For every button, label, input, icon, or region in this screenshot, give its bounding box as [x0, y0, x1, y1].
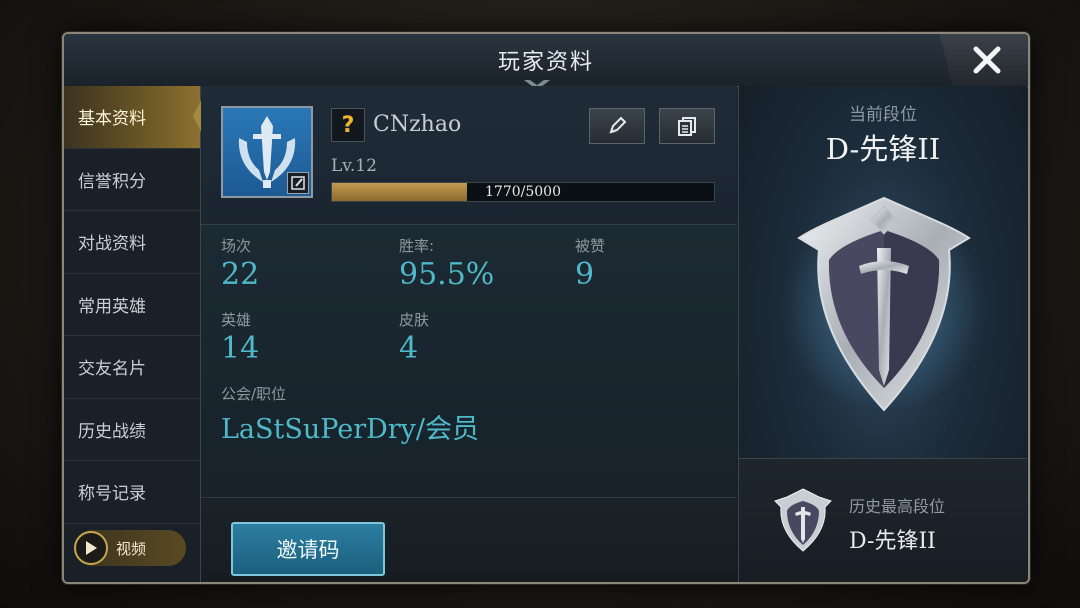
- main-panel: ? CNzhao Lv.12 1770/5000 场次 22 胜率: 95.5%…: [201, 86, 737, 582]
- sidebar-item-match-history[interactable]: 历史战绩: [64, 399, 200, 461]
- player-level: Lv.12: [331, 156, 377, 176]
- sidebar-item-label: 称号记录: [78, 484, 146, 505]
- xp-progress-text: 1770/5000: [485, 184, 561, 200]
- sidebar-item-social-card[interactable]: 交友名片: [64, 336, 200, 399]
- sidebar-item-label: 交友名片: [78, 359, 146, 380]
- invite-area: 邀请码: [201, 497, 737, 582]
- sidebar-item-label: 对战资料: [78, 234, 146, 255]
- rank-shield-icon: [780, 196, 988, 412]
- heroes-label: 英雄: [221, 311, 252, 329]
- sidebar-item-label: 信誉积分: [78, 171, 146, 192]
- sidebar-item-credit-score[interactable]: 信誉积分: [64, 149, 200, 211]
- winrate-label: 胜率:: [399, 237, 435, 255]
- skins-value: 4: [399, 331, 419, 366]
- best-rank-section: 历史最高段位 D-先锋II: [739, 458, 1027, 582]
- sidebar-item-common-heroes[interactable]: 常用英雄: [64, 274, 200, 336]
- video-button[interactable]: 视频: [74, 530, 186, 566]
- current-rank-label: 当前段位: [849, 105, 917, 125]
- player-name: CNzhao: [373, 112, 462, 137]
- sidebar: 基本资料 信誉积分 对战资料 常用英雄 交友名片 历史战绩 称号记录 视频: [64, 86, 201, 582]
- edit-avatar-icon[interactable]: [287, 172, 309, 194]
- likes-value: 9: [575, 257, 595, 292]
- xp-progress-bar: 1770/5000: [331, 182, 715, 202]
- edit-button[interactable]: [589, 108, 645, 144]
- likes-label: 被赞: [575, 237, 606, 255]
- matches-label: 场次: [221, 237, 252, 255]
- guild-label: 公会/职位: [221, 385, 287, 403]
- play-icon: [74, 531, 108, 565]
- sidebar-item-battle-data[interactable]: 对战资料: [64, 211, 200, 274]
- pencil-icon: [609, 116, 627, 134]
- best-rank-name: D-先锋II: [849, 529, 936, 554]
- question-mark-badge[interactable]: ?: [331, 108, 365, 142]
- sidebar-item-title-records[interactable]: 称号记录: [64, 461, 200, 524]
- winrate-value: 95.5%: [399, 257, 495, 292]
- close-icon: [973, 46, 1001, 74]
- copy-icon: [678, 117, 696, 136]
- heroes-value: 14: [221, 331, 260, 366]
- dialog-title: 玩家资料: [497, 50, 594, 75]
- stats-panel: 场次 22 胜率: 95.5% 被赞 9 英雄 14 皮肤 4 公会/职位 La…: [201, 225, 737, 497]
- player-profile-dialog: 玩家资料 基本资料 信誉积分 对战资料 常用英雄 交友名片 历史战绩 称号记录 …: [62, 32, 1030, 584]
- video-label: 视频: [116, 539, 147, 558]
- sidebar-item-label: 历史战绩: [78, 421, 146, 442]
- sidebar-item-label: 常用英雄: [78, 296, 146, 317]
- sidebar-item-label: 基本资料: [78, 109, 146, 130]
- best-rank-shield-icon: [774, 488, 832, 552]
- skins-label: 皮肤: [399, 311, 430, 329]
- best-rank-label: 历史最高段位: [849, 497, 946, 516]
- copy-button[interactable]: [659, 108, 715, 144]
- title-bar: 玩家资料: [64, 34, 1028, 90]
- invite-code-button[interactable]: 邀请码: [231, 522, 385, 576]
- sidebar-item-basic-info[interactable]: 基本资料: [64, 86, 201, 149]
- profile-header: ? CNzhao Lv.12 1770/5000: [201, 86, 737, 225]
- rank-panel: 当前段位 D-先锋II 历史最高段位 D-先锋II: [738, 86, 1027, 582]
- avatar[interactable]: [221, 106, 313, 198]
- guild-value[interactable]: LaStSuPerDry/会员: [221, 407, 479, 446]
- matches-value: 22: [221, 257, 260, 292]
- current-rank-name: D-先锋II: [825, 132, 941, 166]
